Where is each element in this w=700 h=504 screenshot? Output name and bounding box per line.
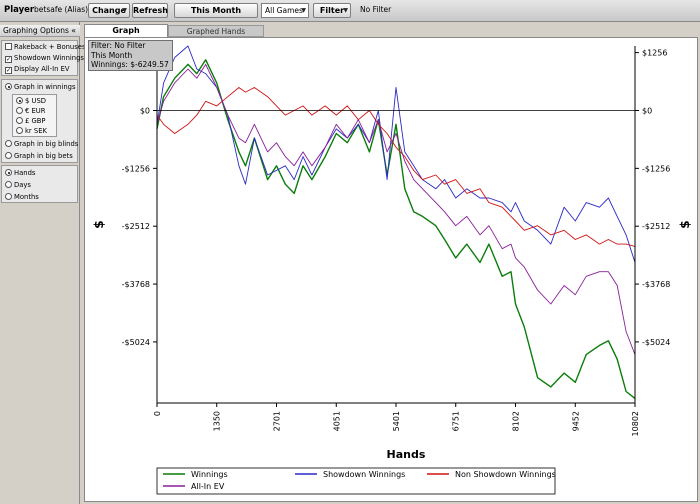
legend-label-showdown: Showdown Winnings: [323, 470, 405, 479]
period-summary-line: This Month: [91, 50, 133, 60]
y-axis-label-left: $: [92, 220, 106, 228]
graphing-options-panel: Graphing Options « Rakeback + Bonuses ✓ S…: [0, 22, 85, 504]
showdown-checkbox[interactable]: ✓ Showdown Winnings: [5, 53, 84, 63]
x-tick-label: 10802: [631, 411, 640, 436]
mode-radio-group: Graph in winnings $ USD € EUR £ GBP kr S…: [1, 79, 78, 163]
filter-summary-line: Filter: No Filter: [91, 41, 146, 50]
y-tick-label-left: -$5024: [122, 338, 150, 347]
y-tick-label-right: -$5024: [642, 338, 670, 347]
graph-panel: $1256$1256$0$0-$1256-$1256-$2512-$2512-$…: [84, 37, 698, 502]
player-label: Player: [4, 5, 35, 15]
currency-sek-radio[interactable]: kr SEK: [16, 126, 47, 136]
x-tick-label: 2701: [273, 411, 282, 431]
y-tick-label-right: -$1256: [642, 164, 670, 173]
currency-gbp-radio[interactable]: £ GBP: [16, 116, 46, 126]
player-name[interactable]: betsafe (Alias): [34, 5, 88, 14]
graph-big-bets-radio[interactable]: Graph in big bets: [5, 151, 73, 161]
legend-label-non_showdown: Non Showdown Winnings: [455, 470, 556, 479]
x-hands-radio[interactable]: Hands: [5, 168, 35, 178]
radio-icon[interactable]: [16, 107, 23, 114]
radio-selected-icon[interactable]: [5, 169, 12, 176]
y-tick-label-right: -$3768: [642, 280, 670, 289]
winnings-chart: $1256$1256$0$0-$1256-$1256-$2512-$2512-$…: [92, 45, 692, 495]
x-tick-label: 1350: [213, 411, 222, 431]
radio-icon[interactable]: [16, 127, 23, 134]
legend-label-allin_ev: All-In EV: [191, 482, 225, 491]
y-axis-label-right: $: [678, 220, 692, 228]
allin-ev-checkbox[interactable]: ✓ Display All-In EV: [5, 64, 70, 74]
y-tick-label-left: -$3768: [122, 280, 150, 289]
currency-usd-radio[interactable]: $ USD: [16, 96, 46, 106]
refresh-button[interactable]: Refresh: [132, 3, 168, 18]
winnings-summary-line: Winnings: $-6249.57: [91, 60, 169, 69]
radio-icon[interactable]: [5, 193, 12, 200]
change-button[interactable]: Change ▼: [88, 3, 130, 18]
radio-icon[interactable]: [5, 140, 12, 147]
games-select[interactable]: All Games ▼: [261, 3, 309, 18]
x-tick-label: 6751: [452, 411, 461, 431]
period-button[interactable]: This Month: [174, 3, 258, 18]
x-axis-radio-group: Hands Days Months: [1, 165, 78, 203]
radio-icon[interactable]: [16, 117, 23, 124]
collapse-icon[interactable]: «: [71, 25, 76, 37]
rakeback-checkbox[interactable]: Rakeback + Bonuses: [5, 42, 85, 52]
x-axis-label: Hands: [387, 448, 426, 461]
options-checkbox-group: Rakeback + Bonuses ✓ Showdown Winnings ✓ D…: [1, 40, 85, 76]
x-tick-label: 0: [153, 411, 162, 416]
legend-label-winnings: Winnings: [191, 470, 228, 479]
y-tick-label-right: -$2512: [642, 222, 670, 231]
currency-group: $ USD € EUR £ GBP kr SEK: [12, 94, 57, 137]
y-tick-label-left: -$2512: [122, 222, 150, 231]
radio-selected-icon[interactable]: [5, 83, 12, 90]
radio-icon[interactable]: [5, 181, 12, 188]
x-days-radio[interactable]: Days: [5, 180, 31, 190]
series-line-showdown: [156, 45, 636, 263]
filter-status: No Filter: [360, 5, 392, 14]
chevron-down-icon: ▼: [122, 7, 127, 14]
x-tick-label: 9452: [571, 411, 580, 431]
series-line-non_showdown: [156, 87, 636, 247]
top-toolbar: Player betsafe (Alias) Change ▼ Refresh …: [0, 0, 700, 22]
filter-button[interactable]: Filter ▼: [313, 3, 351, 18]
checkmark-icon[interactable]: ✓: [5, 56, 12, 63]
tab-graph[interactable]: Graph: [84, 24, 168, 37]
y-tick-label-right: $1256: [642, 49, 667, 58]
graph-winnings-radio[interactable]: Graph in winnings: [5, 82, 75, 92]
y-tick-label-left: $0: [140, 106, 150, 115]
checkmark-icon[interactable]: ✓: [5, 67, 12, 74]
radio-selected-icon[interactable]: [16, 97, 23, 104]
radio-icon[interactable]: [5, 152, 12, 159]
graph-big-blinds-radio[interactable]: Graph in big blinds: [5, 139, 78, 149]
y-tick-label-left: -$1256: [122, 164, 150, 173]
x-tick-label: 5401: [392, 411, 401, 431]
filter-summary-box: Filter: No Filter This Month Winnings: $…: [88, 40, 173, 71]
chevron-down-icon: ▼: [301, 7, 306, 14]
chevron-down-icon: ▼: [343, 7, 348, 14]
graphing-options-header: Graphing Options «: [0, 25, 80, 37]
x-tick-label: 4051: [332, 411, 341, 431]
tab-graphed-hands[interactable]: Graphed Hands: [168, 25, 264, 37]
y-tick-label-right: $0: [642, 106, 652, 115]
x-tick-label: 8102: [512, 411, 521, 431]
checkbox-icon[interactable]: [5, 43, 12, 50]
x-months-radio[interactable]: Months: [5, 192, 39, 202]
currency-eur-radio[interactable]: € EUR: [16, 106, 45, 116]
